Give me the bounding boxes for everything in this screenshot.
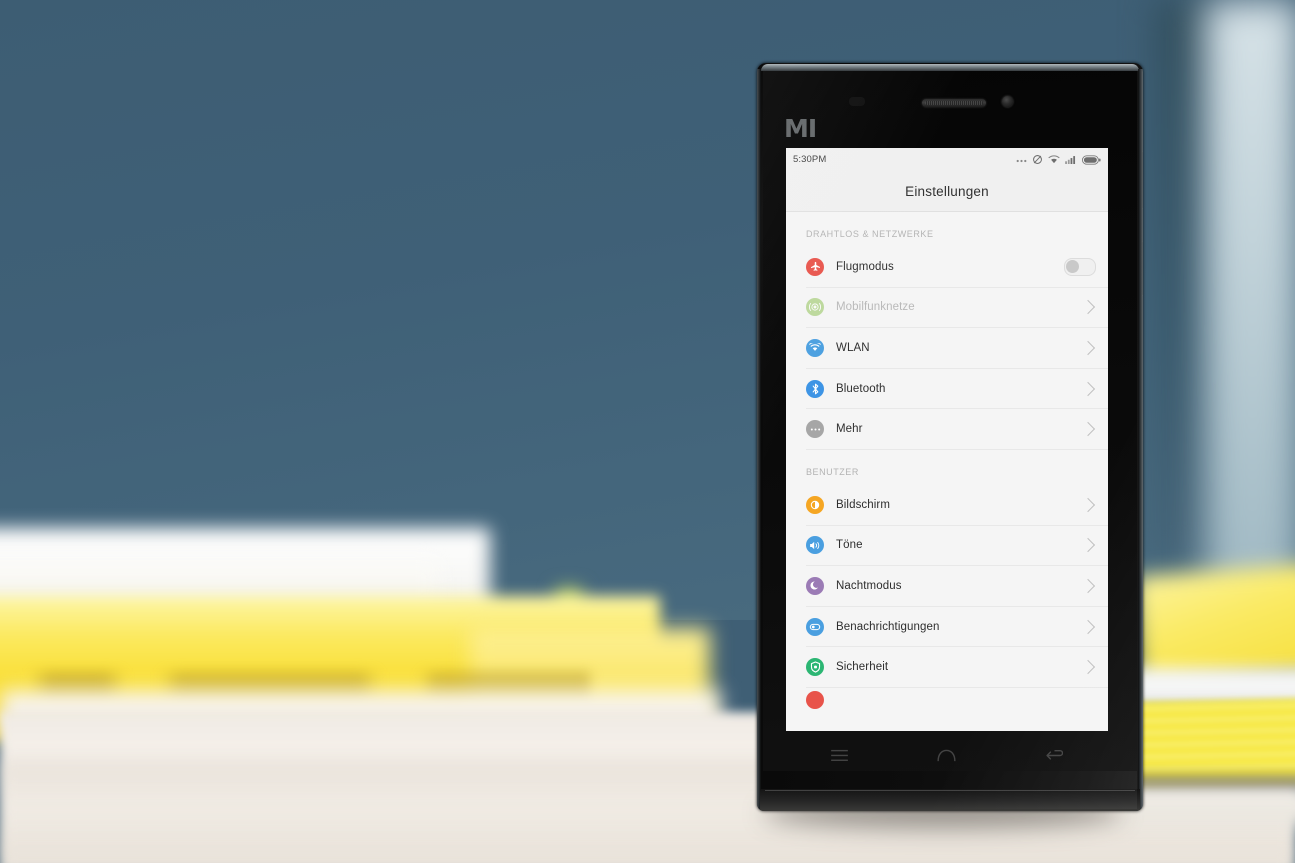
battery-icon [1082,154,1101,165]
status-bar: 5:30PM [786,148,1108,171]
chevron-right-icon [1080,497,1096,512]
back-icon[interactable] [1046,749,1064,767]
settings-row-label: Bildschirm [836,498,891,511]
page-title: Einstellungen [905,183,989,199]
phone-bottom-seam [765,790,1135,791]
white-sheet-right-lower [1120,786,1295,826]
wall-right-light-area [1205,0,1295,600]
shield-icon [806,658,824,677]
power-button[interactable] [1142,241,1143,296]
more-dots-icon [806,420,824,439]
partial-red-icon [806,690,824,709]
phone-top-chamfer [761,64,1139,71]
xiaomi-mi-phone: MI 5:30PM Einstellungen DRAHTLOS & NETZW… [757,63,1143,828]
signal-icon [1065,155,1077,164]
moon-icon [806,576,824,595]
chevron-right-icon [1080,619,1096,634]
settings-row-label: Nachtmodus [836,579,902,592]
brightness-icon [806,495,824,514]
settings-row-label: Bluetooth [836,382,886,395]
more-dots-icon [1016,156,1027,164]
settings-row-label: Benachrichtigungen [836,620,940,633]
chevron-right-icon [1080,422,1096,437]
settings-row-nachtmodus[interactable]: Nachtmodus [806,566,1108,607]
settings-row-label: Mobilfunknetze [836,301,915,314]
proximity-sensor [849,97,865,106]
antenna-icon [806,298,824,317]
menu-icon[interactable] [830,749,848,767]
phone-screen: 5:30PM Einstellungen DRAHTLOS & NETZWERK… [786,148,1108,731]
home-icon[interactable] [937,749,957,767]
chevron-right-icon [1080,340,1096,356]
navigation-bar[interactable] [786,735,1108,781]
phone-bottom-edge [760,789,1140,811]
volume-rocker[interactable] [1142,151,1143,209]
settings-row-label: Mehr [836,423,863,436]
front-camera [1002,96,1013,107]
group-header-user: BENUTZER [806,466,859,477]
settings-row-mobilfunknetze[interactable]: Mobilfunknetze [806,287,1108,329]
bluetooth-icon [806,379,824,398]
settings-row-label: Flugmodus [836,260,894,273]
status-bar-icons [1016,154,1101,165]
speaker-icon [806,536,824,555]
earpiece-mesh [925,101,983,105]
chevron-right-icon [1080,660,1096,675]
settings-row-sicherheit[interactable]: Sicherheit [806,647,1108,688]
chevron-right-icon [1080,300,1096,315]
settings-row-bildschirm[interactable]: Bildschirm [806,484,1108,526]
settings-row-partial-next[interactable] [806,687,1108,709]
airplane-icon [806,257,824,276]
toggle-knob [1066,259,1079,273]
settings-row-mehr[interactable]: Mehr [806,409,1108,450]
settings-list[interactable]: DRAHTLOS & NETZWERKE Flugmodus Mobilfunk… [786,212,1108,731]
wifi-icon [1048,155,1060,164]
app-title-bar: Einstellungen [786,171,1108,212]
settings-row-bluetooth[interactable]: Bluetooth [806,368,1108,410]
silent-mode-icon [1032,154,1043,165]
settings-row-label: Sicherheit [836,661,889,674]
chevron-right-icon [1080,538,1096,553]
chevron-right-icon [1080,381,1096,396]
settings-row-wlan[interactable]: WLAN [806,328,1108,369]
group-header-wireless: DRAHTLOS & NETZWERKE [806,229,934,239]
chevron-right-icon [1080,578,1096,594]
airplane-mode-toggle[interactable] [1064,257,1096,276]
notification-icon [806,617,824,636]
phone-body: MI 5:30PM Einstellungen DRAHTLOS & NETZW… [757,63,1143,811]
wifi-icon [806,338,824,357]
settings-row-label: WLAN [836,341,870,354]
settings-row-flugmodus[interactable]: Flugmodus [806,247,1108,288]
settings-row-toene[interactable]: Töne [806,525,1108,567]
yellow-paper-stack-right [1129,698,1295,790]
mi-brand-logo: MI [784,114,817,143]
settings-row-benachrichtigungen[interactable]: Benachrichtigungen [806,606,1108,648]
settings-row-label: Töne [836,539,863,552]
status-bar-clock: 5:30PM [793,154,827,165]
phone-left-edge [757,69,761,809]
